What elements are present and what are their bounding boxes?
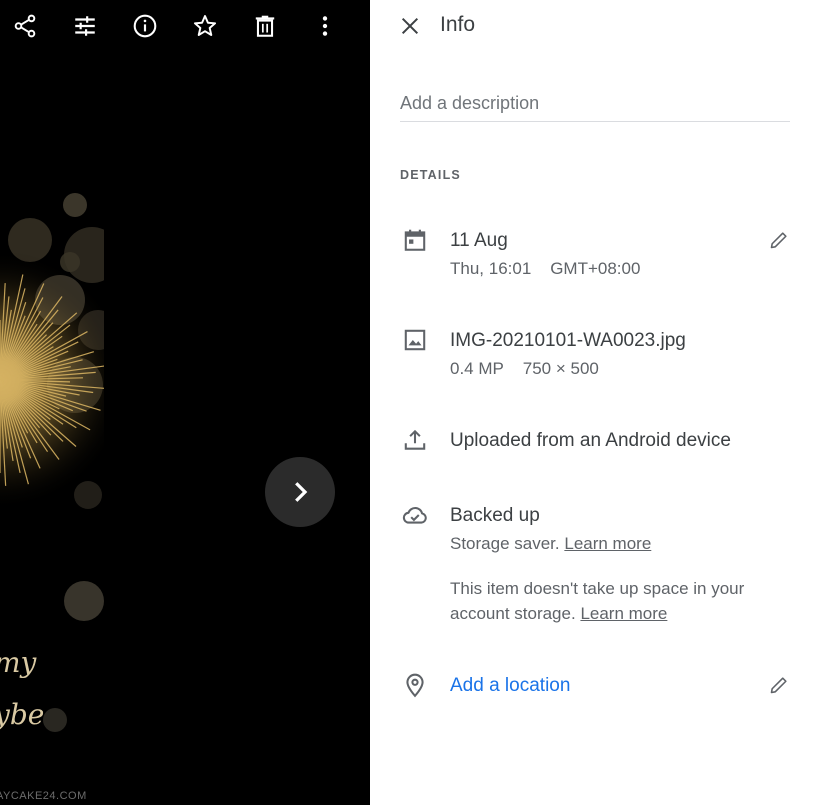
close-icon [401,17,419,35]
share-icon [14,14,36,38]
file-name: IMG-20210101-WA0023.jpg [450,330,686,351]
storage-note-line2: account storage. Learn more [450,604,667,624]
more-options-button[interactable] [305,6,345,46]
photo-viewer: my ybe AYCAKE24.COM [0,0,370,805]
upload-source: Uploaded from an Android device [450,430,731,451]
pencil-icon [770,677,787,694]
calendar-icon-wrap [400,225,430,255]
storage-saver-line: Storage saver. Learn more [450,534,651,554]
info-icon [133,14,157,38]
description-input[interactable] [400,92,790,122]
photo-watermark: AYCAKE24.COM [0,790,87,802]
learn-more-link-2[interactable]: Learn more [580,604,667,623]
learn-more-link-1[interactable]: Learn more [564,534,651,553]
share-button[interactable] [5,6,45,46]
edit-button[interactable] [65,6,105,46]
location-pin-icon [406,673,424,698]
fireworks-image [0,193,104,732]
panel-title: Info [440,13,476,36]
delete-button[interactable] [245,6,285,46]
star-icon [193,15,217,36]
favorite-button[interactable] [185,6,225,46]
file-meta: 0.4 MP 750 × 500 [450,359,599,379]
chevron-right-icon [295,482,308,502]
upload-icon [404,429,426,450]
file-megapixels: 0.4 MP [450,359,504,378]
date-timezone: GMT+08:00 [550,259,641,278]
image-icon [404,329,426,351]
cloud-done-icon-wrap [400,500,430,530]
date-primary: 11 Aug [450,230,508,251]
more-vert-icon [322,16,328,36]
pencil-icon [770,232,787,249]
edit-date-button[interactable] [764,225,794,255]
backup-status: Backed up [450,505,540,526]
image-icon-wrap [400,325,430,355]
info-panel: Info DETAILS 11 Aug Thu, 16:01 GMT+08:00… [370,0,820,805]
storage-saver-text: Storage saver. [450,534,560,553]
cloud-done-icon [402,506,427,524]
storage-note-text: account storage. [450,604,576,623]
storage-note-line1: This item doesn't take up space in your [450,579,745,598]
edit-location-button[interactable] [764,670,794,700]
photo-caption-line1: my [0,646,37,679]
file-dimensions: 750 × 500 [522,359,599,378]
upload-icon-wrap [400,425,430,455]
add-location-link[interactable]: Add a location [450,675,570,697]
next-photo-button[interactable] [265,457,335,527]
photo-caption-line2: ybe [0,698,45,731]
close-info-button[interactable] [395,11,425,41]
photo: my ybe AYCAKE24.COM [0,50,104,805]
delete-icon [255,15,275,37]
edit-tune-icon [75,16,95,36]
calendar-icon [404,229,426,251]
date-secondary: Thu, 16:01 GMT+08:00 [450,259,640,279]
viewer-toolbar [0,0,370,52]
info-button[interactable] [125,6,165,46]
details-section-label: DETAILS [400,168,461,182]
date-day-time: Thu, 16:01 [450,259,532,278]
location-icon-wrap [400,670,430,700]
